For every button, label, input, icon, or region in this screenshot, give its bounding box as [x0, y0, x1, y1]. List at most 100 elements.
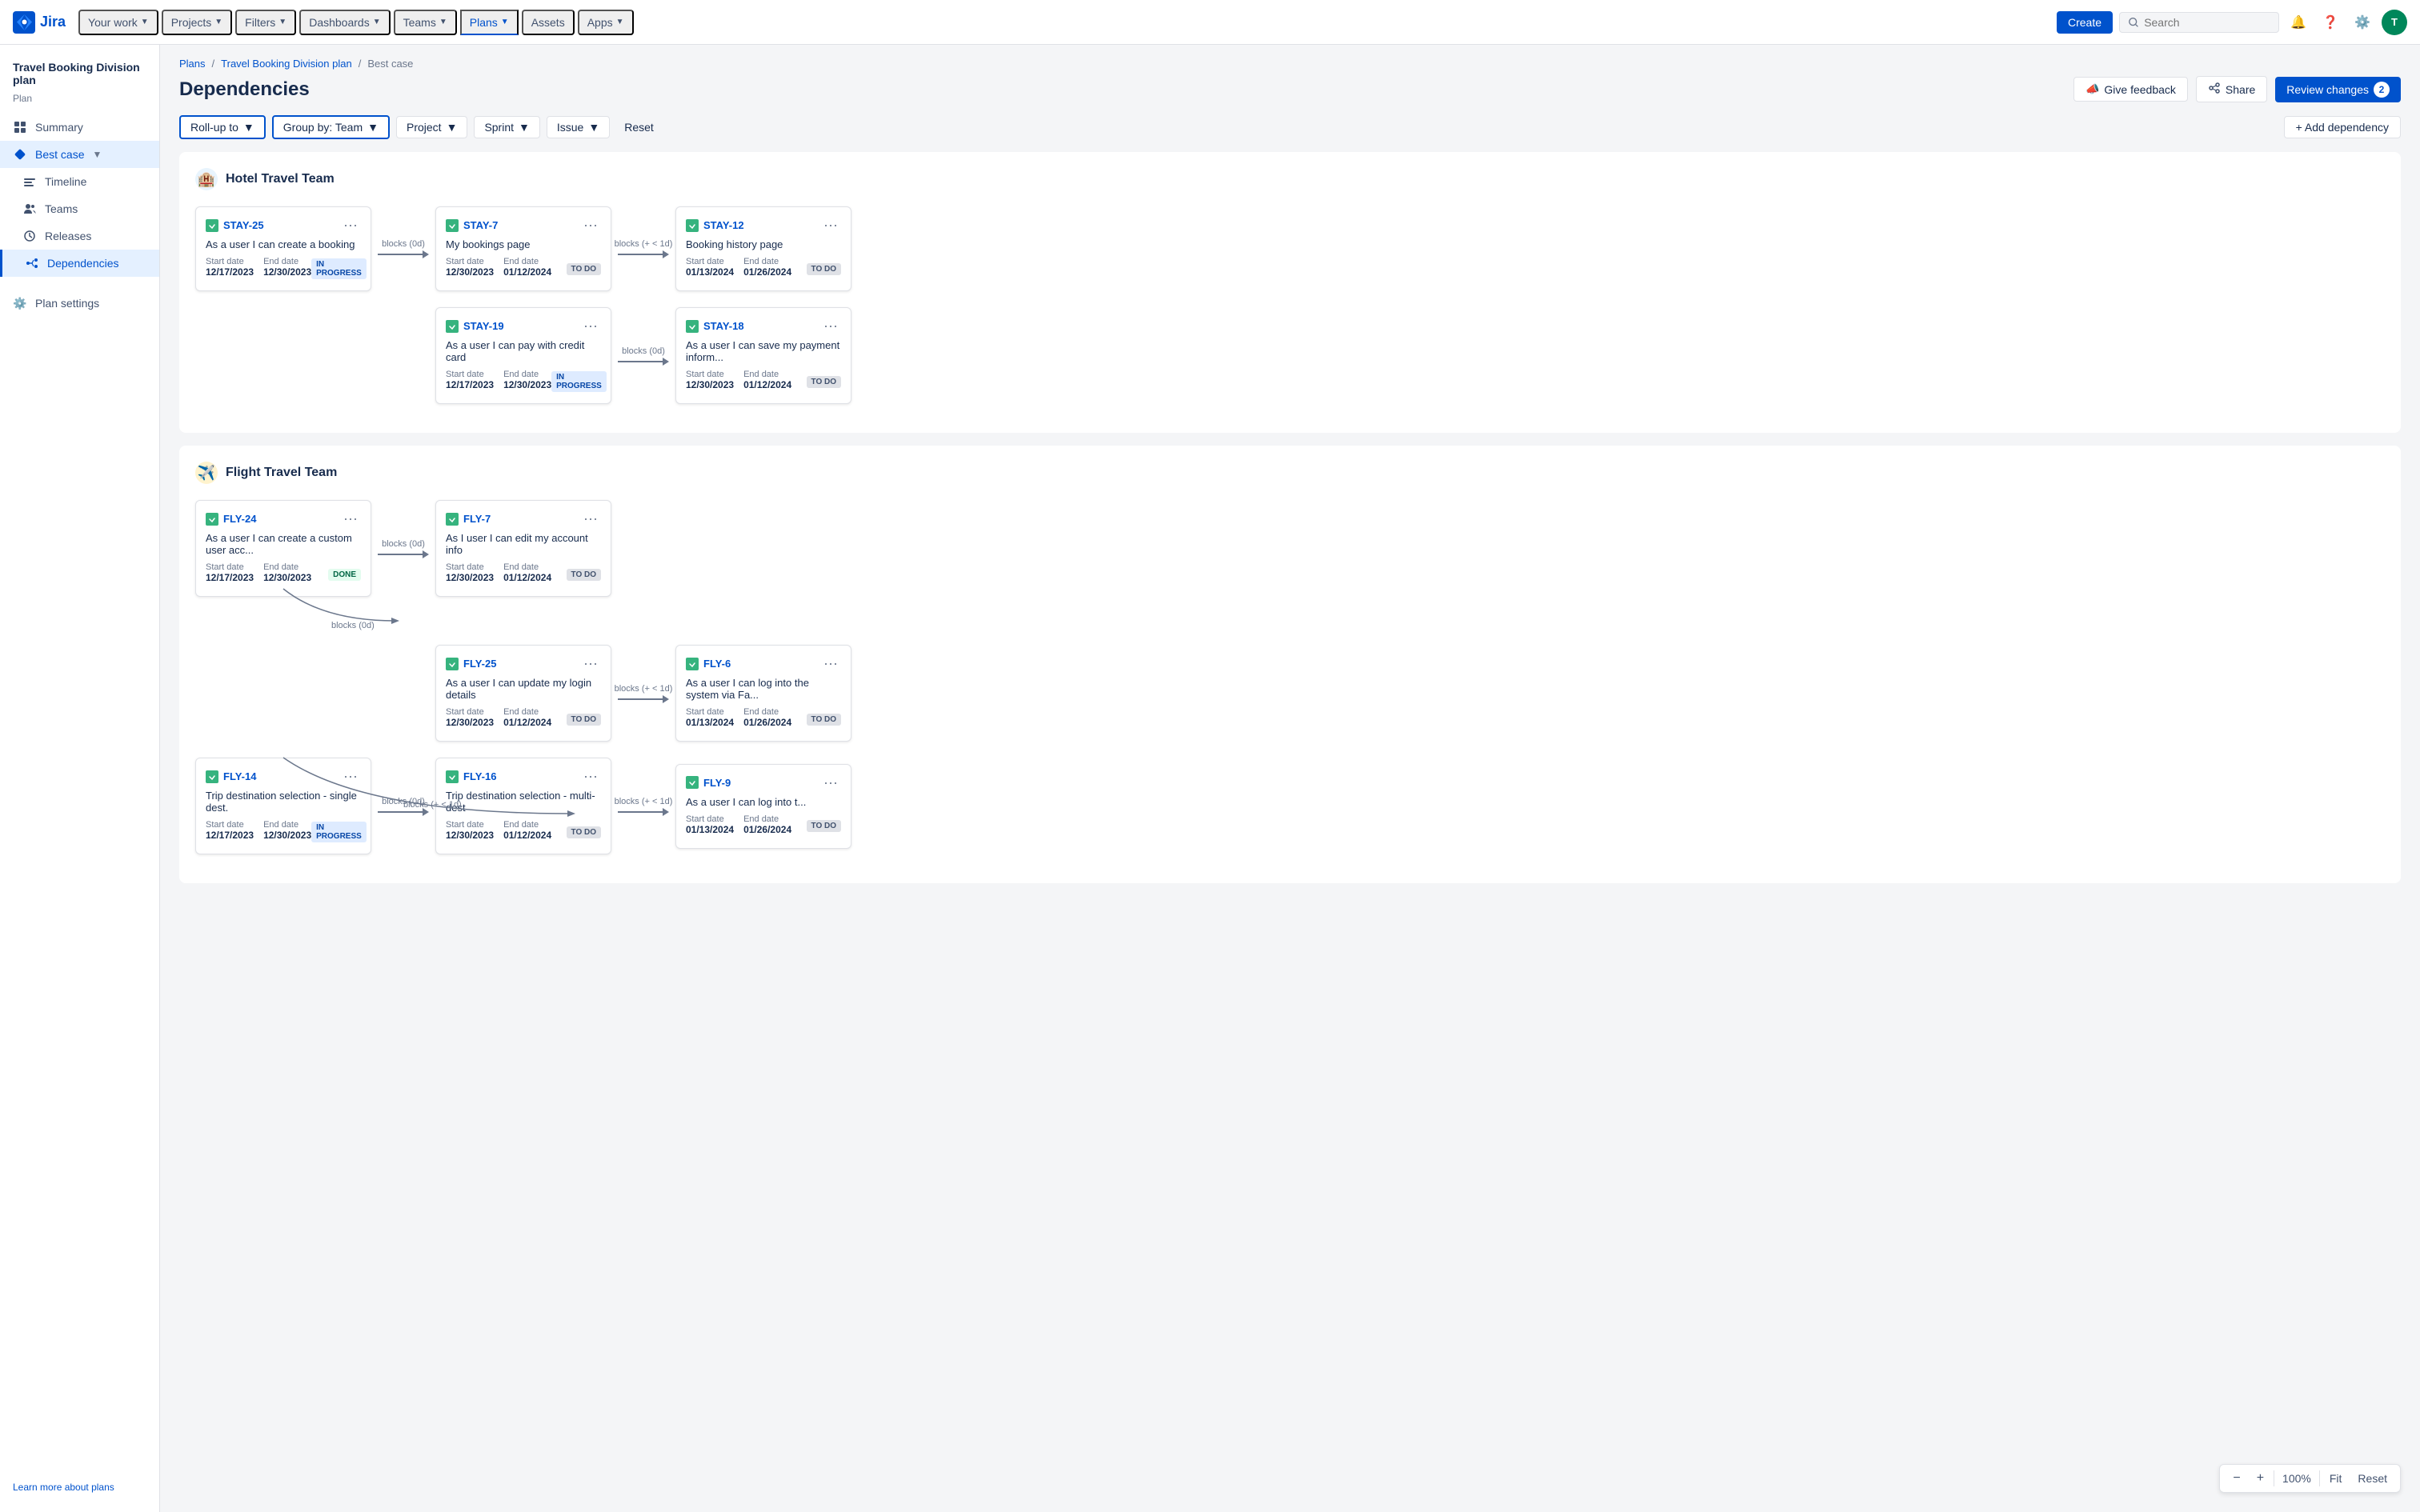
fly-25-card: FLY-25 ··· As a user I can update my log… [435, 645, 611, 742]
share-button[interactable]: Share [2196, 76, 2267, 102]
nav-assets[interactable]: Assets [522, 10, 575, 35]
fly-7-more[interactable]: ··· [580, 510, 601, 527]
plan-title: Travel Booking Division plan [0, 54, 159, 93]
fly-24-status: DONE [328, 569, 361, 581]
fly-25-more[interactable]: ··· [580, 655, 601, 672]
fly-7-id[interactable]: FLY-7 [446, 513, 491, 526]
add-dep-label: + Add dependency [2296, 121, 2389, 134]
fly-7-title: As I user I can edit my account info [446, 532, 601, 556]
fly-9-more[interactable]: ··· [820, 774, 841, 791]
sidebar-item-summary[interactable]: Summary [0, 114, 159, 141]
sidebar-item-teams[interactable]: Teams [0, 195, 159, 222]
nav-projects[interactable]: Projects▼ [162, 10, 232, 35]
search-input[interactable] [2144, 16, 2270, 29]
stay-12-card: STAY-12 ··· Booking history page Start d… [675, 206, 851, 291]
hotel-team-icon: 🏨 [195, 168, 218, 190]
fly-14-title: Trip destination selection - single dest… [206, 790, 361, 814]
nav-teams[interactable]: Teams▼ [394, 10, 457, 35]
stay-19-id[interactable]: STAY-19 [446, 320, 504, 333]
sidebar-item-timeline[interactable]: Timeline [0, 168, 159, 195]
sidebar-label-timeline: Timeline [45, 175, 86, 188]
nav-your-work[interactable]: Your work▼ [78, 10, 158, 35]
zoom-out-button[interactable]: − [2226, 1468, 2246, 1489]
project-chevron: ▼ [447, 121, 458, 134]
cross-arrow-label-1: blocks (0d) [331, 621, 375, 630]
fly-14-id[interactable]: FLY-14 [206, 770, 256, 783]
group-label: Group by: Team [283, 121, 363, 134]
zoom-in-button[interactable]: + [2250, 1468, 2270, 1489]
stay-18-more[interactable]: ··· [820, 318, 841, 334]
zoom-fit-button[interactable]: Fit [2323, 1469, 2349, 1488]
sprint-chevron: ▼ [519, 121, 530, 134]
flight-team-header: ✈️ Flight Travel Team [195, 462, 2385, 484]
avatar[interactable]: T [2382, 10, 2407, 35]
fly-6-title: As a user I can log into the system via … [686, 677, 841, 701]
stay-7-title: My bookings page [446, 238, 601, 250]
deps-icon [25, 256, 39, 270]
zoom-reset-button[interactable]: Reset [2351, 1469, 2394, 1488]
nav-dashboards[interactable]: Dashboards▼ [299, 10, 390, 35]
sidebar-item-releases[interactable]: Releases [0, 222, 159, 250]
feedback-label: Give feedback [2104, 83, 2176, 96]
fly-7-card: FLY-7 ··· As I user I can edit my accoun… [435, 500, 611, 597]
rollup-filter[interactable]: Roll-up to ▼ [179, 115, 266, 139]
stay-25-status: IN PROGRESS [311, 258, 367, 279]
breadcrumb-plan[interactable]: Travel Booking Division plan [221, 58, 352, 70]
reset-filter-button[interactable]: Reset [616, 117, 662, 138]
fly-24-more[interactable]: ··· [340, 510, 361, 527]
sidebar-item-dependencies[interactable]: Dependencies [0, 250, 159, 277]
stay-7-more[interactable]: ··· [580, 217, 601, 234]
review-changes-button[interactable]: Review changes 2 [2275, 77, 2401, 102]
issue-filter[interactable]: Issue ▼ [547, 116, 610, 138]
stay-25-more[interactable]: ··· [340, 217, 361, 234]
stay-7-id[interactable]: STAY-7 [446, 219, 498, 232]
add-dependency-button[interactable]: + Add dependency [2284, 116, 2401, 138]
feedback-button[interactable]: 📣 Give feedback [2073, 77, 2188, 102]
settings-button[interactable]: ⚙️ [2350, 10, 2375, 35]
fly-16-id[interactable]: FLY-16 [446, 770, 496, 783]
stay-12-id[interactable]: STAY-12 [686, 219, 744, 232]
nav-logo[interactable]: Jira [13, 11, 66, 34]
stay-25-id[interactable]: STAY-25 [206, 219, 264, 232]
rollup-chevron: ▼ [243, 121, 254, 134]
stay-19-more[interactable]: ··· [580, 318, 601, 334]
fly-25-id[interactable]: FLY-25 [446, 658, 496, 670]
fly-6-more[interactable]: ··· [820, 655, 841, 672]
fly-24-id[interactable]: FLY-24 [206, 513, 256, 526]
stay-18-status: TO DO [807, 376, 841, 388]
create-button[interactable]: Create [2057, 11, 2113, 34]
nav-filters[interactable]: Filters▼ [235, 10, 296, 35]
project-filter[interactable]: Project ▼ [396, 116, 467, 138]
stay-12-more[interactable]: ··· [820, 217, 841, 234]
fly-9-icon [686, 776, 699, 789]
issue-chevron: ▼ [588, 121, 599, 134]
fly-9-id[interactable]: FLY-9 [686, 776, 731, 789]
sidebar-item-best-case[interactable]: Best case ▼ [0, 141, 159, 168]
sprint-filter[interactable]: Sprint ▼ [474, 116, 539, 138]
search-box[interactable] [2119, 12, 2279, 33]
fly-6-status: TO DO [807, 714, 841, 726]
page-title: Dependencies [179, 78, 310, 101]
stay-12-icon [686, 219, 699, 232]
help-button[interactable]: ❓ [2318, 10, 2343, 35]
stay-12-title: Booking history page [686, 238, 841, 250]
sidebar-learn-more[interactable]: Learn more about plans [0, 1472, 159, 1502]
notifications-button[interactable]: 🔔 [2286, 10, 2311, 35]
fly-6-id[interactable]: FLY-6 [686, 658, 731, 670]
fly-14-icon [206, 770, 218, 783]
flight-team-name: Flight Travel Team [226, 466, 337, 480]
stay-18-id[interactable]: STAY-18 [686, 320, 744, 333]
breadcrumb-plans[interactable]: Plans [179, 58, 206, 70]
nav-plans[interactable]: Plans▼ [460, 10, 519, 35]
page-header: Dependencies 📣 Give feedback Share Revie… [160, 70, 2420, 115]
fly-16-more[interactable]: ··· [580, 768, 601, 785]
sidebar-item-plan-settings[interactable]: ⚙️ Plan settings [0, 290, 159, 317]
stay-7-card: STAY-7 ··· My bookings page Start date 1… [435, 206, 611, 291]
sidebar-label-summary: Summary [35, 121, 83, 134]
group-filter[interactable]: Group by: Team ▼ [272, 115, 390, 139]
nav-apps[interactable]: Apps▼ [578, 10, 634, 35]
stay-25-card: STAY-25 ··· As a user I can create a boo… [195, 206, 371, 291]
zoom-controls: − + 100% Fit Reset [2219, 1464, 2401, 1493]
fly-14-more[interactable]: ··· [340, 768, 361, 785]
fly-24-title: As a user I can create a custom user acc… [206, 532, 361, 556]
